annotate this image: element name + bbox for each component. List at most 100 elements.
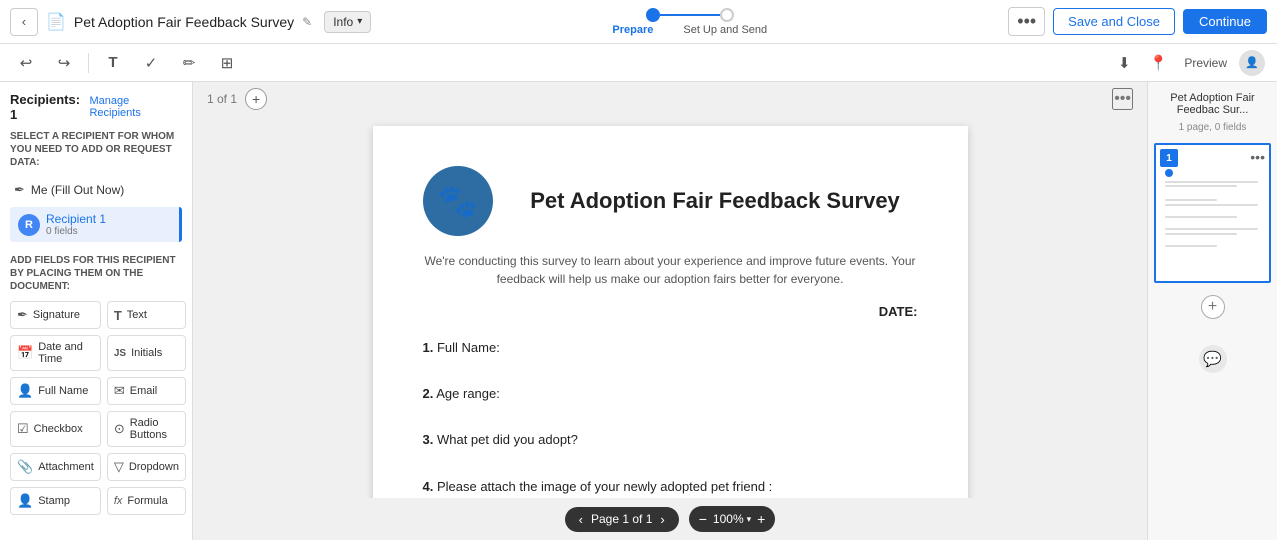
fullname-icon: 👤	[17, 383, 33, 399]
stamp-icon: 👤	[17, 493, 33, 509]
canvas-topbar-left: 1 of 1 +	[207, 88, 267, 110]
fullname-field[interactable]: 👤 Full Name	[10, 377, 101, 405]
download-button[interactable]: ⬇	[1110, 49, 1138, 77]
thumbnail-line-7	[1165, 233, 1237, 235]
user-avatar-button[interactable]: 👤	[1239, 50, 1265, 76]
datetime-icon: 📅	[17, 345, 33, 361]
signature-field[interactable]: ✒ Signature	[10, 301, 101, 329]
radio-icon: ⊙	[114, 421, 125, 437]
toolbar-divider	[88, 53, 89, 73]
canvas-topbar: 1 of 1 + •••	[193, 82, 1147, 116]
undo-button[interactable]: ↩	[12, 49, 40, 77]
question-1: 1. Full Name:	[423, 339, 918, 357]
draw-tool-button[interactable]: ✏	[175, 49, 203, 77]
me-fill-out-item[interactable]: ✒ Me (Fill Out Now)	[10, 177, 182, 203]
thumbnail-line-1	[1165, 181, 1258, 183]
dropdown-icon: ▽	[114, 459, 124, 475]
initials-label: Initials	[131, 347, 162, 359]
text-tool-button[interactable]: T	[99, 49, 127, 77]
page-thumbnail[interactable]: 1 •••	[1154, 143, 1271, 283]
pagination-pill: ‹ Page 1 of 1 ›	[565, 507, 679, 532]
canvas-add-page-button[interactable]: +	[245, 88, 267, 110]
recipient-1-item[interactable]: R Recipient 1 0 fields	[10, 207, 182, 242]
check-tool-button[interactable]: ✓	[137, 49, 165, 77]
table-tool-button[interactable]: ⊞	[213, 49, 241, 77]
thumbnail-more-button[interactable]: •••	[1250, 149, 1265, 165]
prev-page-button[interactable]: ‹	[579, 512, 583, 527]
thumbnail-line-4	[1165, 204, 1258, 206]
radio-field[interactable]: ⊙ Radio Buttons	[107, 411, 186, 447]
redo-button[interactable]: ↪	[50, 49, 78, 77]
stamp-field[interactable]: 👤 Stamp	[10, 487, 101, 515]
stamp-label: Stamp	[38, 495, 70, 507]
step2-label[interactable]: Set Up and Send	[683, 24, 767, 36]
info-button[interactable]: Info ▾	[324, 11, 371, 33]
canvas-scroll[interactable]: 🐾 Pet Adoption Fair Feedback Survey We'r…	[193, 116, 1147, 498]
fullname-label: Full Name	[38, 385, 88, 397]
initials-icon: JS	[114, 348, 126, 359]
formula-icon: fx	[114, 495, 123, 507]
datetime-label: Date and Time	[38, 341, 94, 365]
canvas-more-button[interactable]: •••	[1112, 88, 1133, 110]
document-page: 🐾 Pet Adoption Fair Feedback Survey We'r…	[373, 126, 968, 498]
attachment-label: Attachment	[38, 461, 94, 473]
signature-label: Signature	[33, 309, 80, 321]
recipients-count: Recipients: 1	[10, 92, 89, 122]
step-line	[660, 14, 720, 16]
chat-icon-button[interactable]: 💬	[1199, 345, 1227, 373]
q2-num: 2.	[423, 386, 434, 401]
continue-button[interactable]: Continue	[1183, 9, 1267, 34]
question-2: 2. Age range:	[423, 385, 918, 403]
signature-icon: ✒	[17, 307, 28, 323]
q3-num: 3.	[423, 432, 434, 447]
dropdown-field[interactable]: ▽ Dropdown	[107, 453, 186, 481]
text-label: Text	[127, 309, 147, 321]
thumbnail-page-num: 1	[1160, 149, 1178, 167]
formula-field[interactable]: fx Formula	[107, 487, 186, 515]
edit-title-icon[interactable]: ✎	[302, 15, 312, 29]
doc-icon: 📄	[46, 12, 66, 32]
right-panel: Pet Adoption Fair Feedbac Sur... 1 page,…	[1147, 82, 1277, 540]
q1-num: 1.	[423, 340, 434, 355]
thumbnail-line-8	[1165, 245, 1217, 247]
initials-field[interactable]: JS Initials	[107, 335, 186, 371]
text-icon: T	[114, 308, 122, 323]
next-page-button[interactable]: ›	[660, 512, 664, 527]
page-indicator: 1 of 1	[207, 92, 237, 106]
info-chevron-icon: ▾	[357, 16, 362, 27]
topbar-more-button[interactable]: •••	[1008, 7, 1045, 36]
datetime-field[interactable]: 📅 Date and Time	[10, 335, 101, 371]
email-icon: ✉	[114, 383, 125, 399]
paw-icon-circle: 🐾	[423, 166, 493, 236]
q3-text: What pet did you adopt?	[437, 432, 578, 447]
text-field[interactable]: T Text	[107, 301, 186, 329]
back-button[interactable]: ‹	[10, 8, 38, 36]
step2-circle	[720, 8, 734, 22]
thumbnail-wrapper: 1 •••	[1154, 143, 1271, 283]
select-recipient-label: SELECT A RECIPIENT FOR WHOM YOU NEED TO …	[10, 130, 182, 169]
back-icon: ‹	[22, 14, 26, 29]
right-panel-title: Pet Adoption Fair Feedbac Sur...	[1154, 92, 1271, 116]
add-page-button[interactable]: +	[1201, 295, 1225, 319]
zoom-group: − 100% ▾ +	[689, 506, 776, 532]
manage-recipients-link[interactable]: Manage Recipients	[89, 95, 182, 119]
location-button[interactable]: 📍	[1144, 49, 1172, 77]
email-field[interactable]: ✉ Email	[107, 377, 186, 405]
right-panel-bottom: 💬	[1199, 345, 1227, 373]
toolbar-right: ⬇ 📍 Preview 👤	[1110, 49, 1265, 77]
thumbnail-line-2	[1165, 185, 1237, 187]
step1-label[interactable]: Prepare	[612, 24, 653, 36]
info-label: Info	[333, 15, 353, 29]
attachment-field[interactable]: 📎 Attachment	[10, 453, 101, 481]
question-3: 3. What pet did you adopt?	[423, 431, 918, 449]
q4-text: Please attach the image of your newly ad…	[437, 479, 772, 494]
save-close-button[interactable]: Save and Close	[1053, 8, 1175, 35]
zoom-value-dropdown[interactable]: 100% ▾	[713, 512, 751, 526]
zoom-out-button[interactable]: −	[699, 511, 707, 527]
checkbox-field[interactable]: ☑ Checkbox	[10, 411, 101, 447]
preview-button[interactable]: Preview	[1178, 49, 1233, 77]
recipient-fields: 0 fields	[46, 226, 106, 237]
zoom-in-button[interactable]: +	[757, 511, 765, 527]
thumbnail-dot	[1165, 169, 1173, 177]
checkbox-icon: ☑	[17, 421, 29, 437]
